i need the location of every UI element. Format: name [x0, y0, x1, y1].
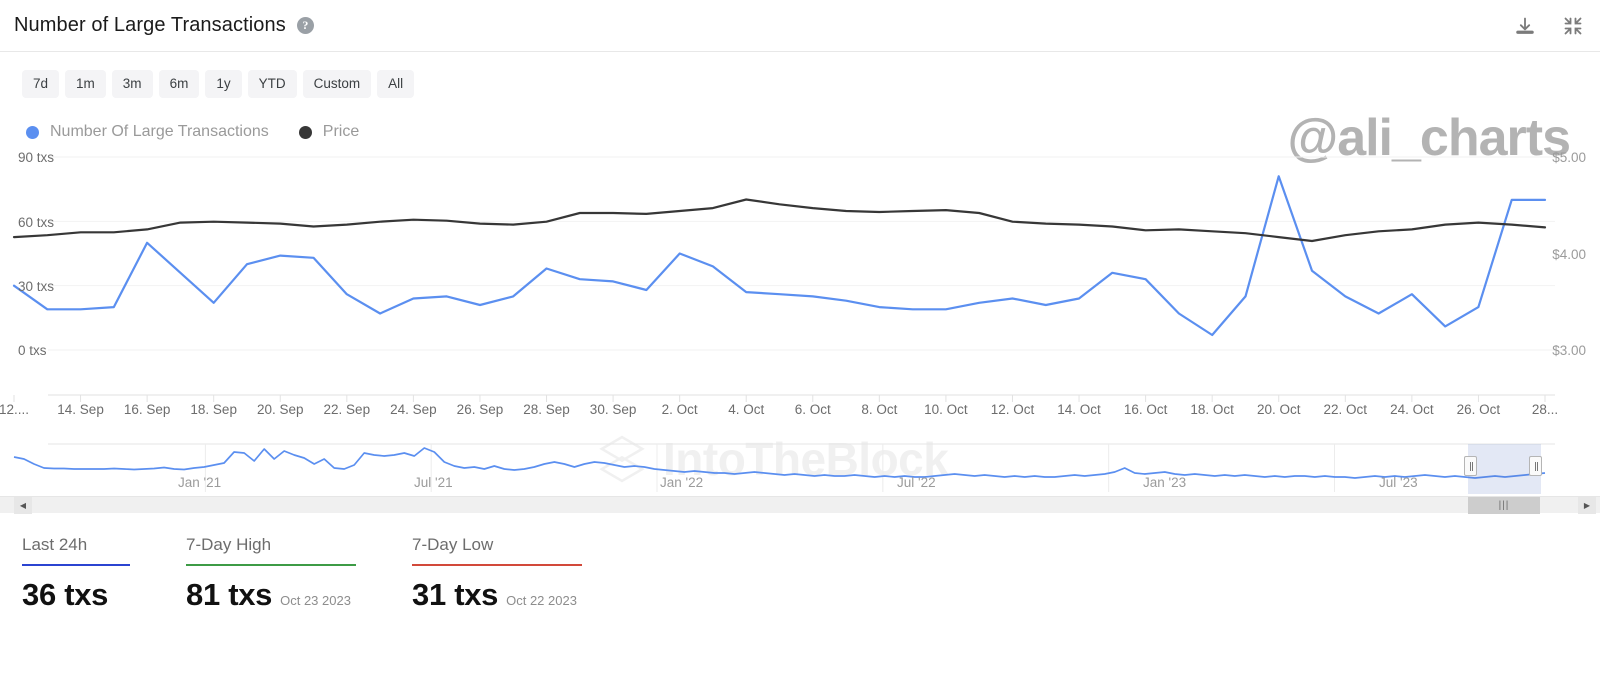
x-axis-tick: 24. Oct — [1390, 402, 1434, 417]
navigator-tick-jul23: Jul '23 — [1379, 475, 1418, 490]
x-axis-tick: 20. Sep — [257, 402, 304, 417]
x-axis-tick: 4. Oct — [728, 402, 764, 417]
x-axis-tick: 28. Sep — [523, 402, 570, 417]
x-axis-tick: 24. Sep — [390, 402, 437, 417]
legend-item-price[interactable]: Price — [299, 123, 359, 141]
legend-label-transactions: Number Of Large Transactions — [50, 123, 269, 141]
stat-rule — [186, 564, 356, 566]
main-chart[interactable]: 90 txs 60 txs 30 txs 0 txs $5.00 $4.00 $… — [0, 150, 1600, 402]
stat-rule — [22, 564, 130, 566]
stat-7-day-high: 7-Day High 81 txs Oct 23 2023 — [186, 535, 356, 613]
x-axis-tick: 16. Oct — [1124, 402, 1168, 417]
x-axis-tick: 22. Sep — [324, 402, 371, 417]
collapse-icon[interactable] — [1562, 15, 1584, 37]
y-axis-tick-60: 60 txs — [18, 215, 54, 230]
navigator-tick-jan21: Jan '21 — [178, 475, 221, 490]
range-button-all[interactable]: All — [377, 70, 414, 98]
navigator-tick-jan22: Jan '22 — [660, 475, 703, 490]
x-axis-tick: 22. Oct — [1324, 402, 1368, 417]
stat-label: 7-Day Low — [412, 535, 582, 555]
x-axis-tick: 12. Oct — [991, 402, 1035, 417]
series-line-transactions — [14, 176, 1545, 335]
x-axis-tick: 14. Sep — [57, 402, 104, 417]
navigator-series-line — [14, 448, 1545, 478]
navigator-scrollbar[interactable]: ◀ ||| ▶ — [0, 496, 1600, 513]
x-axis-tick: 6. Oct — [795, 402, 831, 417]
chart-navigator[interactable]: Jan '21 Jul '21 Jan '22 Jul '22 Jan '23 … — [0, 436, 1600, 496]
navigator-handle-left[interactable] — [1464, 456, 1477, 476]
x-axis: 12.... 14. Sep 16. Sep 18. Sep 20. Sep 22. Se… — [0, 402, 1600, 430]
range-button-1y[interactable]: 1y — [205, 70, 241, 98]
stat-rule — [412, 564, 582, 566]
header-actions — [1514, 15, 1584, 37]
download-icon[interactable] — [1514, 15, 1536, 37]
y-axis-tick-90: 90 txs — [18, 150, 54, 165]
stat-value-row: 81 txs Oct 23 2023 — [186, 577, 356, 613]
panel-header: Number of Large Transactions ? — [0, 0, 1600, 52]
range-button-7d[interactable]: 7d — [22, 70, 59, 98]
navigator-plot[interactable] — [0, 436, 1600, 496]
navigator-handle-right[interactable] — [1529, 456, 1542, 476]
x-axis-tick: 12.... — [0, 402, 29, 417]
legend-dot-icon — [299, 126, 312, 139]
stat-value: 31 txs — [412, 577, 498, 613]
x-axis-tick: 14. Oct — [1057, 402, 1101, 417]
chart-legend: Number Of Large Transactions Price — [0, 106, 1600, 144]
stat-last-24h: Last 24h 36 txs — [22, 535, 130, 613]
legend-label-price: Price — [323, 123, 359, 141]
question-mark-circle-icon[interactable]: ? — [297, 17, 314, 34]
chart-plot-area[interactable] — [0, 150, 1600, 402]
scrollbar-thumb[interactable]: ||| — [1468, 497, 1540, 514]
x-axis-tick: 26. Oct — [1457, 402, 1501, 417]
stat-label: Last 24h — [22, 535, 130, 555]
range-button-custom[interactable]: Custom — [303, 70, 372, 98]
y-axis-tick-0: 0 txs — [18, 343, 47, 358]
range-button-ytd[interactable]: YTD — [248, 70, 297, 98]
y-axis-tick-30: 30 txs — [18, 279, 54, 294]
x-axis-tick: 10. Oct — [924, 402, 968, 417]
x-axis-tick: 28... — [1532, 402, 1558, 417]
legend-dot-icon — [26, 126, 39, 139]
range-button-1m[interactable]: 1m — [65, 70, 106, 98]
summary-stats: Last 24h 36 txs 7-Day High 81 txs Oct 23… — [0, 513, 1600, 613]
x-axis-tick: 8. Oct — [861, 402, 897, 417]
x-axis-tick: 30. Sep — [590, 402, 637, 417]
series-line-price — [14, 200, 1545, 242]
stat-value: 81 txs — [186, 577, 272, 613]
stat-label: 7-Day High — [186, 535, 356, 555]
navigator-tick-jul22: Jul '22 — [897, 475, 936, 490]
range-toolbar: 7d 1m 3m 6m 1y YTD Custom All @ali_chart… — [0, 52, 1600, 106]
x-axis-tick: 18. Oct — [1190, 402, 1234, 417]
legend-item-transactions[interactable]: Number Of Large Transactions — [26, 123, 269, 141]
stat-value-row: 31 txs Oct 22 2023 — [412, 577, 582, 613]
stat-value-row: 36 txs — [22, 577, 130, 613]
x-axis-tick: 20. Oct — [1257, 402, 1301, 417]
x-axis-tick: 2. Oct — [662, 402, 698, 417]
x-axis-tick: 18. Sep — [190, 402, 237, 417]
range-button-3m[interactable]: 3m — [112, 70, 153, 98]
navigator-tick-jul21: Jul '21 — [414, 475, 453, 490]
y2-axis-tick-4: $4.00 — [1552, 247, 1586, 262]
range-button-6m[interactable]: 6m — [159, 70, 200, 98]
x-axis-tick: 26. Sep — [457, 402, 504, 417]
navigator-tick-jan23: Jan '23 — [1143, 475, 1186, 490]
chevron-right-icon[interactable]: ▶ — [1578, 497, 1596, 514]
y2-axis-tick-5: $5.00 — [1552, 150, 1586, 165]
stat-date: Oct 23 2023 — [280, 593, 351, 608]
chevron-left-icon[interactable]: ◀ — [14, 497, 32, 514]
range-button-group: 7d 1m 3m 6m 1y YTD Custom All — [22, 70, 1600, 98]
stat-7-day-low: 7-Day Low 31 txs Oct 22 2023 — [412, 535, 582, 613]
y2-axis-tick-3: $3.00 — [1552, 343, 1586, 358]
x-axis-tick: 16. Sep — [124, 402, 171, 417]
page-title: Number of Large Transactions — [14, 14, 286, 37]
stat-value: 36 txs — [22, 577, 108, 613]
stat-date: Oct 22 2023 — [506, 593, 577, 608]
